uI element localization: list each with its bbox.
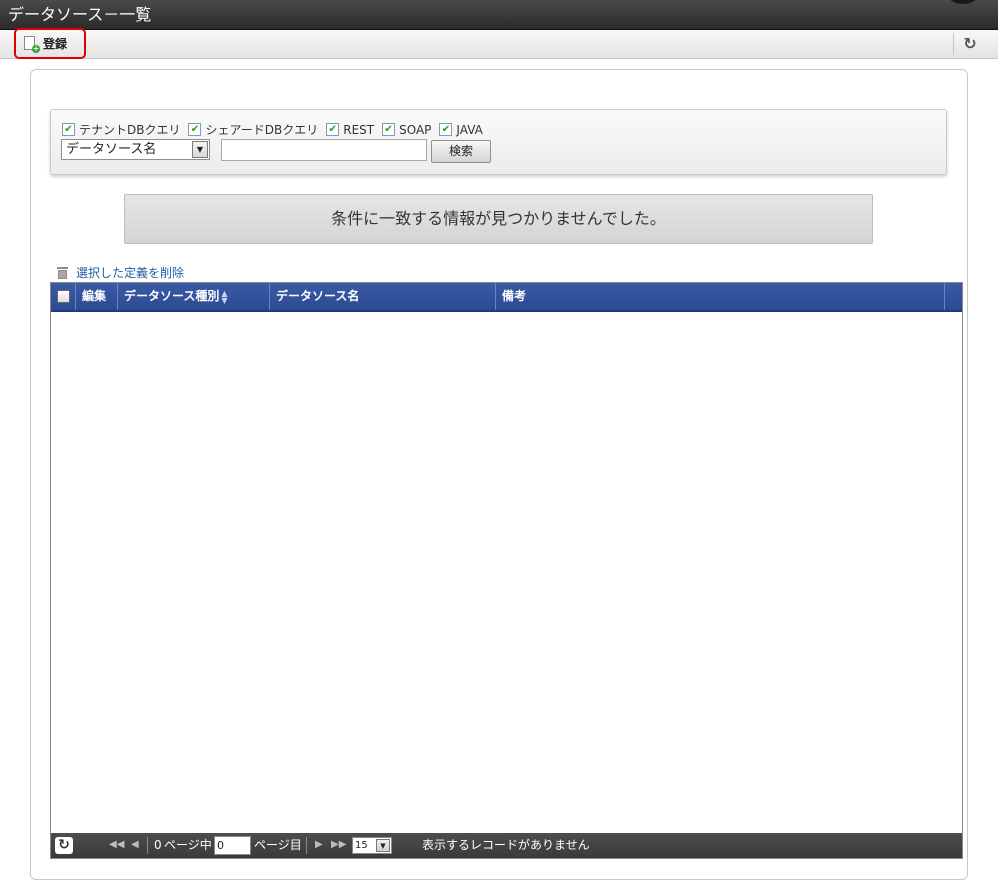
total-pages-count: 0: [154, 838, 162, 852]
select-all-column[interactable]: [51, 283, 76, 310]
register-button[interactable]: + 登録: [14, 28, 86, 59]
checkbox-icon[interactable]: ✔: [326, 123, 340, 136]
window-corner-decoration: [948, 0, 978, 4]
checkbox-icon[interactable]: ✔: [188, 123, 202, 136]
refresh-icon[interactable]: ↻: [962, 35, 978, 53]
filter-rest[interactable]: ✔ REST: [326, 123, 374, 137]
filter-label: シェアードDBクエリ: [205, 123, 319, 137]
checkbox-icon[interactable]: ✔: [382, 123, 396, 136]
page-size-select[interactable]: 15 ▼: [352, 837, 392, 854]
filter-label: REST: [343, 122, 375, 137]
table-header: 編集 データソース種別 ▲ ▼ データソース名 備考: [51, 283, 962, 312]
pager-refresh-icon[interactable]: ↻: [55, 837, 73, 854]
datasource-table: 編集 データソース種別 ▲ ▼ データソース名 備考 ↻ ◀◀ ◀ 0 ページ中 0…: [50, 282, 963, 859]
previous-page-icon[interactable]: ◀: [131, 838, 139, 852]
column-header-label: データソース種別: [124, 289, 220, 303]
current-page-input[interactable]: 0: [214, 836, 251, 855]
pager-divider: [306, 837, 307, 854]
search-button[interactable]: 検索: [431, 140, 491, 163]
new-document-icon: +: [24, 36, 40, 53]
pager-status: 表示するレコードがありません: [422, 838, 590, 852]
checkbox-icon[interactable]: ✔: [62, 123, 75, 136]
window-title: データソース－一覧: [8, 5, 152, 24]
column-header-datasource-type[interactable]: データソース種別 ▲ ▼: [118, 283, 270, 310]
datasource-type-filters: ✔ テナントDBクエリ ✔ シェアードDBクエリ ✔ REST ✔ SOAP ✔…: [62, 121, 491, 138]
column-header-edit: 編集: [76, 283, 118, 310]
pager-divider: [147, 837, 148, 854]
column-header-datasource-name: データソース名: [270, 283, 496, 310]
checkbox-icon[interactable]: ✔: [439, 123, 453, 136]
chevron-down-icon[interactable]: ▼: [192, 141, 208, 158]
first-page-icon[interactable]: ◀◀: [109, 838, 124, 852]
delete-selected-label: 選択した定義を削除: [76, 266, 185, 280]
sort-icon[interactable]: ▲ ▼: [221, 289, 227, 304]
search-input[interactable]: [221, 139, 427, 161]
filter-soap[interactable]: ✔ SOAP: [382, 123, 431, 137]
toolbar-divider: [953, 33, 954, 55]
filter-label: テナントDBクエリ: [79, 123, 181, 137]
chevron-down-icon[interactable]: ▼: [376, 839, 390, 852]
search-panel: ✔ テナントDBクエリ ✔ シェアードDBクエリ ✔ REST ✔ SOAP ✔…: [50, 109, 947, 175]
filter-java[interactable]: ✔ JAVA: [439, 122, 483, 137]
no-results-message: 条件に一致する情報が見つかりませんでした。: [124, 194, 873, 244]
next-page-icon[interactable]: ▶: [315, 838, 323, 852]
pager: ↻ ◀◀ ◀ 0 ページ中 0 ページ目 ▶ ▶▶ 15 ▼ 表示するレコードが…: [51, 833, 962, 858]
search-field-select-value: データソース名: [66, 142, 157, 157]
current-page-label: ページ目: [254, 838, 302, 852]
trash-icon: [57, 266, 68, 279]
column-header-spacer: [945, 283, 962, 310]
filter-label: SOAP: [399, 122, 432, 137]
filter-tenant-db-query[interactable]: ✔ テナントDBクエリ: [62, 121, 180, 138]
toolbar: + 登録 ↻: [0, 28, 998, 59]
filter-shared-db-query[interactable]: ✔ シェアードDBクエリ: [188, 121, 318, 138]
window-titlebar: データソース－一覧: [0, 0, 998, 30]
last-page-icon[interactable]: ▶▶: [331, 838, 346, 852]
filter-label: JAVA: [456, 122, 483, 137]
column-header-remarks: 備考: [496, 283, 945, 310]
total-pages-label: ページ中: [164, 838, 212, 852]
delete-selected-link[interactable]: 選択した定義を削除: [57, 264, 184, 281]
select-all-checkbox[interactable]: [57, 290, 70, 303]
register-button-label: 登録: [43, 37, 68, 51]
search-field-select[interactable]: データソース名 ▼: [61, 139, 210, 160]
page-size-value: 15: [355, 840, 368, 851]
